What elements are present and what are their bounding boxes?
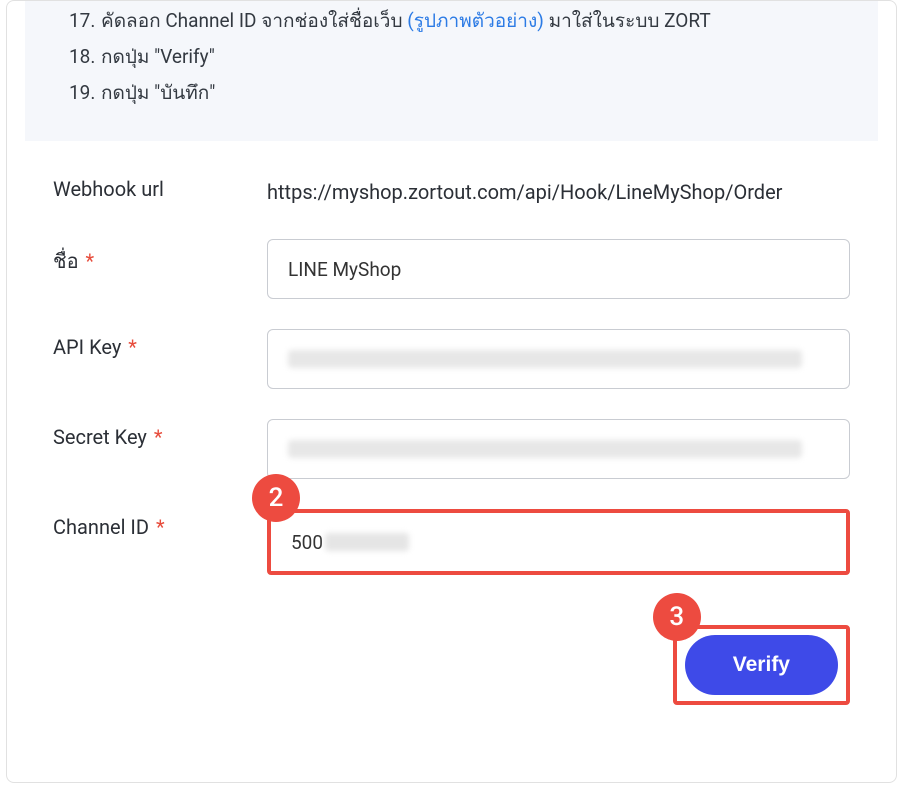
blurred-content (288, 440, 802, 458)
instruction-item-17: 17.คัดลอก Channel ID จากช่องใส่ชื่อเว็บ … (101, 3, 848, 39)
channelid-input[interactable]: 500 (267, 509, 850, 575)
example-image-link[interactable]: (รูปภาพตัวอย่าง) (407, 9, 544, 32)
step-badge-3: 3 (653, 593, 701, 641)
step-badge-2: 2 (252, 474, 300, 522)
apikey-row: API Key * (53, 329, 850, 389)
instruction-number: 17. (69, 3, 101, 39)
instructions-panel: 17.คัดลอก Channel ID จากช่องใส่ชื่อเว็บ … (25, 1, 878, 141)
apikey-label: API Key * (53, 329, 267, 359)
webhook-value: https://myshop.zortout.com/api/Hook/Line… (267, 171, 850, 209)
blurred-content (325, 533, 409, 551)
webhook-row: Webhook url https://myshop.zortout.com/a… (53, 171, 850, 209)
required-mark: * (149, 425, 163, 449)
verify-section: 3 Verify (7, 625, 896, 705)
verify-highlight-wrapper: 3 Verify (673, 625, 850, 705)
name-row: ชื่อ * LINE MyShop (53, 239, 850, 299)
name-label: ชื่อ * (53, 239, 267, 277)
blurred-content (288, 350, 802, 368)
webhook-label: Webhook url (53, 171, 267, 201)
required-mark: * (151, 515, 165, 539)
apikey-input[interactable] (267, 329, 850, 389)
secretkey-row: Secret Key * (53, 419, 850, 479)
required-mark: * (81, 249, 95, 273)
verify-button[interactable]: Verify (685, 635, 838, 695)
secretkey-input[interactable] (267, 419, 850, 479)
secretkey-label: Secret Key * (53, 419, 267, 449)
instruction-text-after: มาใส่ในระบบ ZORT (544, 9, 711, 32)
instruction-text: กดปุ่ม "Verify" (101, 45, 215, 68)
form-panel: 17.คัดลอก Channel ID จากช่องใส่ชื่อเว็บ … (6, 0, 897, 783)
required-mark: * (123, 335, 137, 359)
instruction-text: กดปุ่ม "บันทึก" (101, 81, 215, 104)
channelid-highlight-wrapper: 2 500 (267, 509, 850, 575)
channelid-value: 500 (291, 531, 409, 554)
channelid-row: Channel ID * 2 500 (53, 509, 850, 575)
instruction-text-before: คัดลอก Channel ID จากช่องใส่ชื่อเว็บ (101, 9, 407, 32)
form-section: Webhook url https://myshop.zortout.com/a… (7, 171, 896, 575)
instruction-item-18: 18.กดปุ่ม "Verify" (101, 39, 848, 75)
name-input[interactable]: LINE MyShop (267, 239, 850, 299)
instructions-list: 17.คัดลอก Channel ID จากช่องใส่ชื่อเว็บ … (55, 3, 848, 111)
instruction-number: 19. (69, 75, 101, 111)
instruction-item-19: 19.กดปุ่ม "บันทึก" (101, 75, 848, 111)
channelid-label: Channel ID * (53, 509, 267, 539)
instruction-number: 18. (69, 39, 101, 75)
